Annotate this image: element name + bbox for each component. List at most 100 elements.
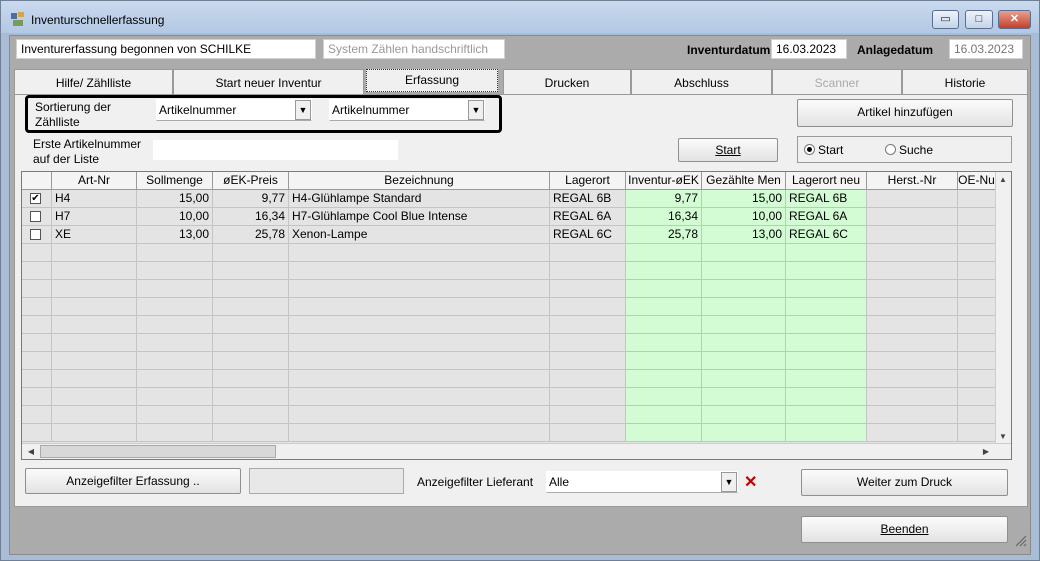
column-header-location[interactable]: Lagerort: [550, 172, 626, 190]
cell-inventory-price[interactable]: 9,77: [626, 190, 702, 208]
horizontal-scrollbar[interactable]: ◀ ▶: [22, 443, 1011, 459]
cell-oe-nr: [958, 298, 996, 316]
cell-art-nr: [52, 406, 137, 424]
supplier-filter-select[interactable]: Alle ▼: [546, 471, 738, 493]
tab-close-out[interactable]: Abschluss: [631, 69, 772, 95]
cell-art-nr[interactable]: H7: [52, 208, 137, 226]
row-select-cell[interactable]: [22, 226, 52, 244]
cell-new-location[interactable]: REGAL 6C: [786, 226, 867, 244]
cell-description: [289, 352, 550, 370]
cell-location[interactable]: REGAL 6A: [550, 208, 626, 226]
tab-entry[interactable]: Erfassung: [366, 69, 498, 92]
column-header-oe-nr[interactable]: OE-Nu: [958, 172, 996, 190]
row-select-cell: [22, 406, 52, 424]
cell-description[interactable]: Xenon-Lampe: [289, 226, 550, 244]
cell-art-nr[interactable]: XE: [52, 226, 137, 244]
radio-start[interactable]: [804, 144, 815, 155]
column-header-counted-qty[interactable]: Gezählte Men: [702, 172, 786, 190]
cell-counted-qty[interactable]: 15,00: [702, 190, 786, 208]
scroll-up-icon[interactable]: ▲: [996, 173, 1010, 187]
row-select-cell[interactable]: [22, 208, 52, 226]
close-button[interactable]: ✕: [998, 10, 1031, 29]
scroll-down-icon[interactable]: ▼: [996, 430, 1010, 444]
column-header-description[interactable]: Bezeichnung: [289, 172, 550, 190]
first-article-input[interactable]: [153, 140, 398, 160]
cell-location: [550, 406, 626, 424]
start-button[interactable]: Start: [678, 138, 778, 162]
cell-avg-price[interactable]: 9,77: [213, 190, 289, 208]
scroll-left-icon[interactable]: ◀: [24, 445, 38, 459]
chevron-down-icon[interactable]: ▼: [468, 100, 484, 120]
quit-button[interactable]: Beenden: [801, 516, 1008, 543]
inventory-date-field[interactable]: 16.03.2023: [771, 39, 847, 59]
cell-counted-qty[interactable]: 10,00: [702, 208, 786, 226]
cell-oe-nr[interactable]: [958, 208, 996, 226]
cell-avg-price: [213, 388, 289, 406]
horizontal-scroll-thumb[interactable]: [40, 445, 276, 458]
row-select-cell: [22, 388, 52, 406]
cell-target-qty[interactable]: 13,00: [137, 226, 213, 244]
cell-oe-nr: [958, 244, 996, 262]
cell-target-qty[interactable]: 10,00: [137, 208, 213, 226]
row-checkbox[interactable]: [30, 211, 41, 222]
cell-description[interactable]: H7-Glühlampe Cool Blue Intense: [289, 208, 550, 226]
tab-help-count-list[interactable]: Hilfe/ Zählliste: [14, 69, 173, 95]
tab-start-new-inventory[interactable]: Start neuer Inventur: [173, 69, 364, 95]
inventory-grid[interactable]: Art-Nr Sollmenge øEK-Preis Bezeichnung L…: [21, 171, 1012, 460]
radio-search[interactable]: [885, 144, 896, 155]
maximize-button[interactable]: □: [965, 10, 993, 29]
cell-description[interactable]: H4-Glühlampe Standard: [289, 190, 550, 208]
cell-oe-nr: [958, 262, 996, 280]
cell-avg-price[interactable]: 16,34: [213, 208, 289, 226]
minimize-button[interactable]: ▭: [932, 10, 959, 29]
cell-counted-qty: [702, 424, 786, 442]
clear-filter-icon[interactable]: ✕: [744, 472, 757, 492]
cell-location[interactable]: REGAL 6C: [550, 226, 626, 244]
column-header-new-location[interactable]: Lagerort neu: [786, 172, 867, 190]
cell-manufacturer-nr[interactable]: [867, 190, 958, 208]
cell-target-qty: [137, 388, 213, 406]
cell-art-nr[interactable]: H4: [52, 190, 137, 208]
cell-oe-nr[interactable]: [958, 226, 996, 244]
column-header-art-nr[interactable]: Art-Nr: [52, 172, 137, 190]
cell-inventory-price: [626, 388, 702, 406]
vertical-scrollbar[interactable]: ▲ ▼: [995, 172, 1011, 445]
continue-to-print-button[interactable]: Weiter zum Druck: [801, 469, 1008, 496]
cell-inventory-price[interactable]: 25,78: [626, 226, 702, 244]
column-header-target-qty[interactable]: Sollmenge: [137, 172, 213, 190]
cell-location[interactable]: REGAL 6B: [550, 190, 626, 208]
cell-manufacturer-nr: [867, 406, 958, 424]
cell-avg-price: [213, 370, 289, 388]
chevron-down-icon[interactable]: ▼: [721, 472, 737, 492]
cell-oe-nr: [958, 352, 996, 370]
cell-manufacturer-nr[interactable]: [867, 226, 958, 244]
cell-inventory-price[interactable]: 16,34: [626, 208, 702, 226]
resize-grip-icon[interactable]: [1013, 533, 1027, 547]
cell-inventory-price: [626, 316, 702, 334]
sort-secondary-select[interactable]: Artikelnummer ▼: [329, 99, 485, 121]
cell-new-location[interactable]: REGAL 6B: [786, 190, 867, 208]
row-checkbox[interactable]: ✔: [30, 193, 41, 204]
tab-print[interactable]: Drucken: [503, 69, 631, 95]
cell-target-qty[interactable]: 15,00: [137, 190, 213, 208]
cell-target-qty: [137, 244, 213, 262]
started-by-field: Inventurerfassung begonnen von SCHILKE: [16, 39, 316, 59]
add-article-button[interactable]: Artikel hinzufügen: [797, 99, 1013, 127]
tab-history[interactable]: Historie: [902, 69, 1028, 95]
scroll-right-icon[interactable]: ▶: [979, 445, 993, 459]
row-select-cell[interactable]: ✔: [22, 190, 52, 208]
cell-avg-price[interactable]: 25,78: [213, 226, 289, 244]
display-filter-button[interactable]: Anzeigefilter Erfassung ..: [25, 468, 241, 494]
sort-primary-select[interactable]: Artikelnummer ▼: [156, 99, 312, 121]
cell-oe-nr[interactable]: [958, 190, 996, 208]
column-header-manufacturer-nr[interactable]: Herst.-Nr: [867, 172, 958, 190]
cell-new-location[interactable]: REGAL 6A: [786, 208, 867, 226]
cell-manufacturer-nr[interactable]: [867, 208, 958, 226]
column-header-avg-price[interactable]: øEK-Preis: [213, 172, 289, 190]
row-checkbox[interactable]: [30, 229, 41, 240]
chevron-down-icon[interactable]: ▼: [295, 100, 311, 120]
cell-new-location: [786, 244, 867, 262]
column-header-inventory-price[interactable]: Inventur-øEK: [626, 172, 702, 190]
display-filter-label: Anzeigefilter Erfassung ..: [66, 474, 200, 488]
cell-counted-qty[interactable]: 13,00: [702, 226, 786, 244]
